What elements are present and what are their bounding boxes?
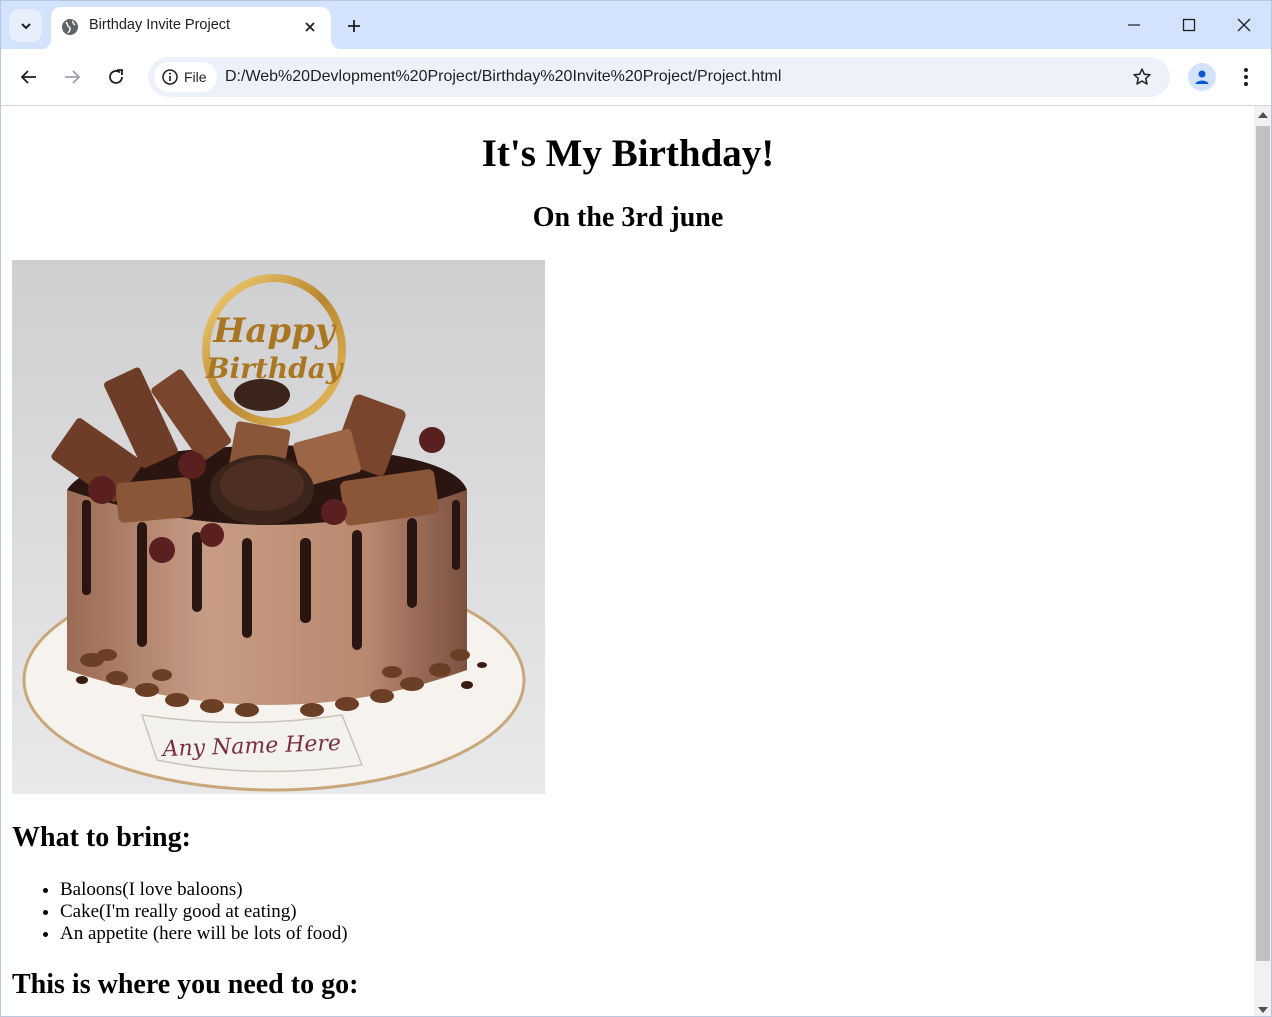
scrollbar-thumb[interactable] bbox=[1256, 126, 1270, 961]
tab-search-button[interactable] bbox=[9, 9, 42, 42]
page-viewport: It's My Birthday! On the 3rd june Happy … bbox=[2, 106, 1254, 1016]
more-vertical-icon bbox=[1244, 68, 1248, 86]
browser-menu-button[interactable] bbox=[1233, 63, 1259, 91]
close-icon bbox=[1237, 18, 1251, 32]
forward-button[interactable] bbox=[56, 61, 88, 93]
list-item: Cake(I'm really good at eating) bbox=[60, 901, 348, 923]
list-item: An appetite (here will be lots of food) bbox=[60, 923, 348, 945]
arrow-right-icon bbox=[65, 70, 81, 84]
bookmark-button[interactable] bbox=[1130, 65, 1154, 89]
site-info-label: File bbox=[184, 69, 207, 85]
close-icon bbox=[305, 22, 315, 32]
tab-strip: Birthday Invite Project bbox=[1, 1, 1271, 49]
minimize-icon bbox=[1128, 24, 1140, 26]
topper-text: Birthday bbox=[205, 352, 344, 385]
address-bar[interactable]: File D:/Web%20Devlopment%20Project/Birth… bbox=[148, 57, 1170, 97]
plus-icon bbox=[348, 20, 360, 32]
globe-icon bbox=[62, 19, 78, 35]
info-icon bbox=[162, 69, 178, 85]
vertical-scrollbar[interactable] bbox=[1254, 106, 1271, 1016]
url-text[interactable]: D:/Web%20Devlopment%20Project/Birthday%2… bbox=[225, 68, 781, 86]
tab-title: Birthday Invite Project bbox=[89, 17, 231, 33]
topper-text: Happy bbox=[212, 311, 337, 351]
back-button[interactable] bbox=[13, 61, 45, 93]
tab-close-button[interactable] bbox=[299, 16, 321, 38]
new-tab-button[interactable] bbox=[341, 13, 367, 39]
star-icon bbox=[1133, 68, 1151, 85]
site-info-chip[interactable]: File bbox=[154, 62, 217, 92]
maximize-icon bbox=[1182, 18, 1196, 32]
scroll-down-arrow[interactable] bbox=[1258, 1007, 1268, 1013]
reload-icon bbox=[109, 69, 123, 84]
list-item: Baloons(I love baloons) bbox=[60, 879, 348, 901]
birthday-cake-image: Happy Birthday Any Name Here bbox=[12, 260, 545, 794]
bring-list: Baloons(I love baloons) Cake(I'm really … bbox=[12, 879, 348, 945]
arrow-left-icon bbox=[20, 70, 36, 84]
bring-heading: What to bring: bbox=[12, 822, 191, 853]
close-window-button[interactable] bbox=[1217, 1, 1271, 49]
chevron-down-icon bbox=[20, 22, 31, 29]
maximize-button[interactable] bbox=[1162, 1, 1216, 49]
page-title: It's My Birthday! bbox=[481, 132, 775, 175]
minimize-button[interactable] bbox=[1107, 1, 1161, 49]
browser-window: Birthday Invite Project File D:/Web%20De… bbox=[0, 0, 1272, 1017]
person-icon bbox=[1195, 70, 1209, 84]
browser-toolbar: File D:/Web%20Devlopment%20Project/Birth… bbox=[1, 49, 1271, 106]
profile-avatar[interactable] bbox=[1188, 63, 1216, 91]
reload-button[interactable] bbox=[100, 61, 132, 93]
page-subtitle: On the 3rd june bbox=[532, 202, 724, 233]
active-tab[interactable]: Birthday Invite Project bbox=[41, 7, 341, 49]
go-heading: This is where you need to go: bbox=[12, 969, 359, 1000]
scroll-up-arrow[interactable] bbox=[1258, 112, 1268, 118]
